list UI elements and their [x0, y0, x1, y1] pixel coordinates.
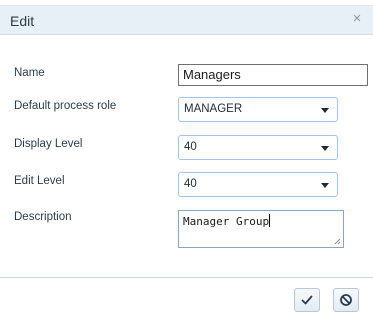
display-level-select[interactable]: 40 [178, 135, 338, 160]
name-input[interactable]: Managers [178, 64, 368, 86]
default-process-role-select[interactable]: MANAGER [178, 97, 338, 122]
confirm-button[interactable] [294, 288, 320, 312]
description-text: Manager Group [183, 215, 270, 228]
footer-divider [0, 277, 373, 278]
close-icon[interactable]: × [350, 11, 364, 27]
text-cursor [269, 214, 271, 227]
chevron-down-icon [321, 108, 329, 113]
resize-grip-icon[interactable] [334, 238, 341, 245]
edit-level-label: Edit Level [14, 175, 65, 187]
default-process-role-label: Default process role [14, 100, 117, 112]
display-level-value: 40 [184, 141, 197, 153]
dialog-title: Edit [10, 13, 35, 29]
edit-level-value: 40 [184, 178, 197, 190]
chevron-down-icon [321, 183, 329, 188]
description-label: Description [14, 211, 72, 223]
dialog-titlebar: Edit × [0, 5, 373, 35]
check-icon [301, 295, 313, 305]
edit-dialog: Edit × Name Managers Default process rol… [0, 0, 373, 316]
name-label: Name [14, 67, 45, 79]
display-level-label: Display Level [14, 138, 83, 150]
edit-level-select[interactable]: 40 [178, 172, 338, 197]
description-textarea[interactable]: Manager Group [178, 210, 344, 248]
default-process-role-value: MANAGER [184, 103, 243, 115]
chevron-down-icon [321, 146, 329, 151]
cancel-button[interactable] [333, 288, 359, 312]
ban-icon [340, 294, 352, 306]
